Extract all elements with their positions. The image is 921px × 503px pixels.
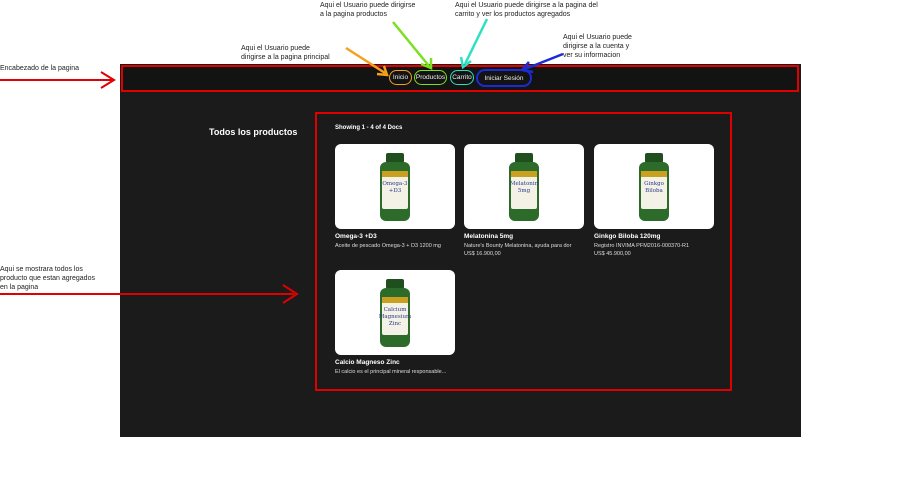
products-area-arrow-icon <box>0 284 299 304</box>
home-arrow-icon <box>345 46 389 77</box>
cart-arrow-icon <box>459 18 489 70</box>
annotation-arrows <box>0 18 564 304</box>
account-arrow-icon <box>519 52 564 74</box>
header-arrow-icon <box>0 71 116 89</box>
products-arrow-icon <box>392 21 433 70</box>
